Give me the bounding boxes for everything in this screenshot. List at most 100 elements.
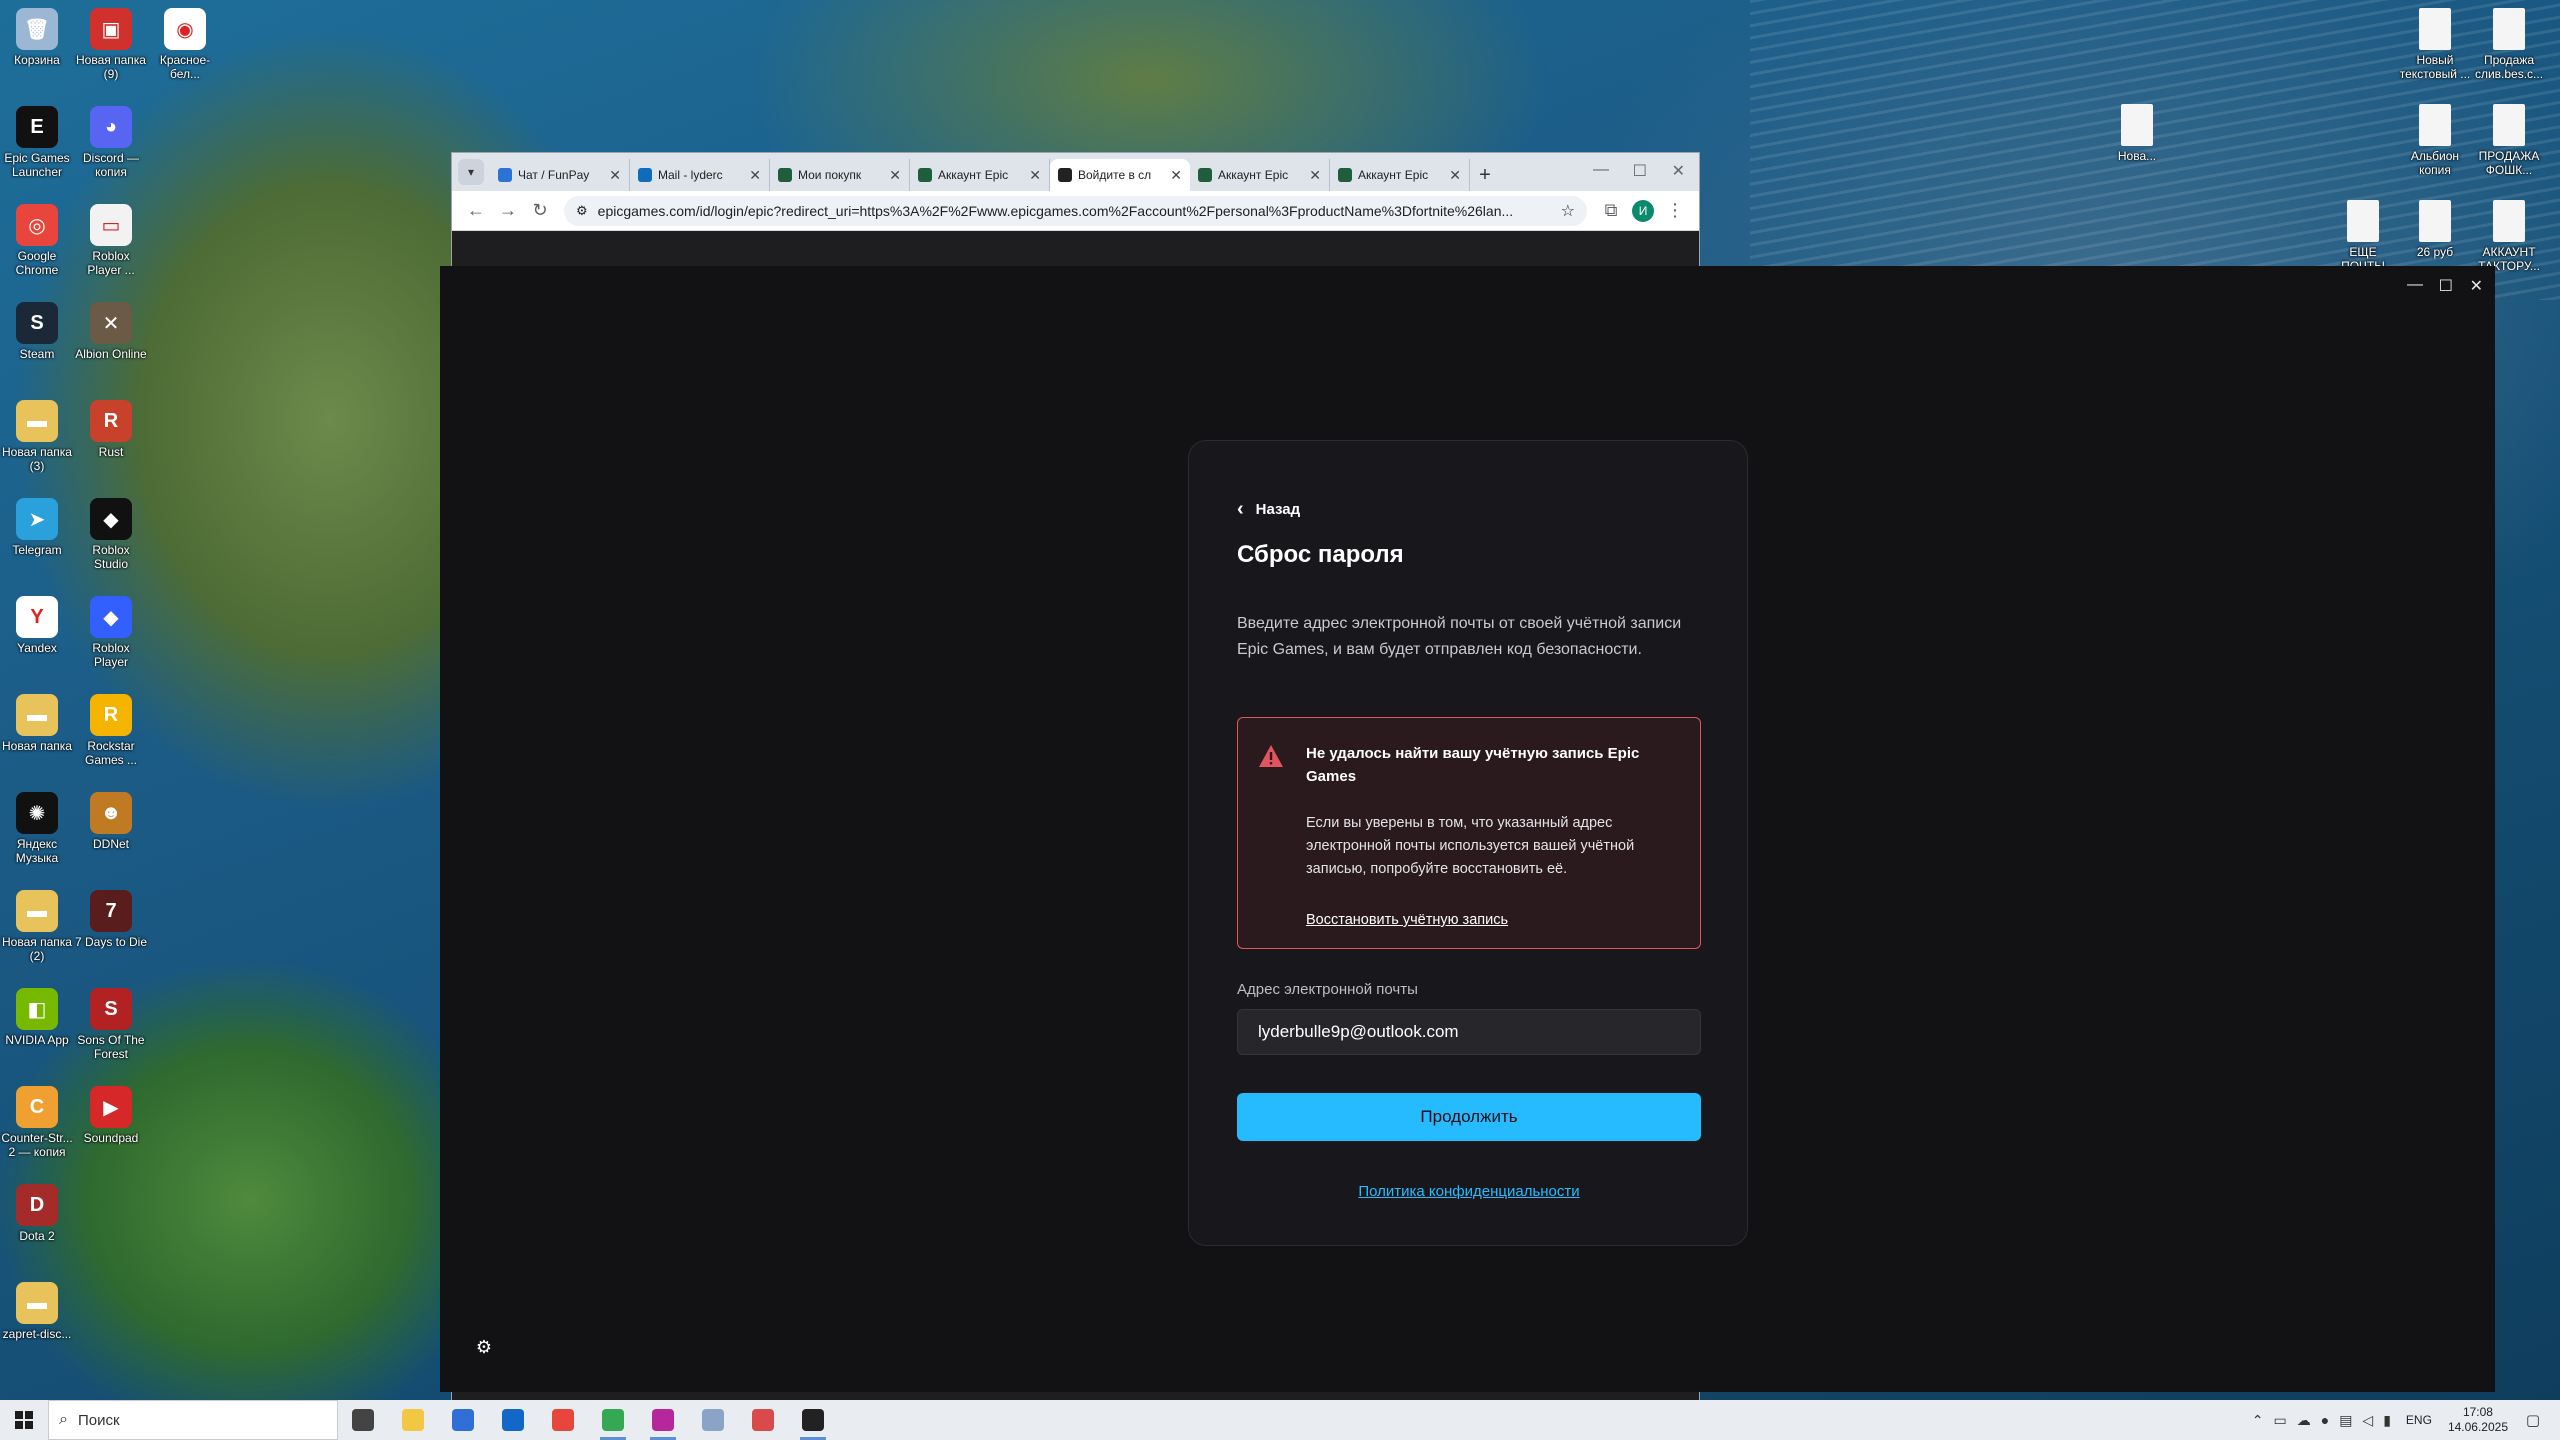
browser-tab[interactable]: Войдите в сл ✕ [1050,159,1190,191]
volume-icon[interactable]: ◁ [2362,1412,2373,1429]
browser-tab[interactable]: Аккаунт Epic ✕ [1330,159,1470,191]
email-field[interactable] [1237,1009,1701,1055]
desktop-icon[interactable]: ▶ Soundpad [74,1086,148,1145]
taskbar-app-ms-store[interactable] [438,1400,488,1440]
chevron-up-icon[interactable]: ⌃ [2252,1412,2264,1429]
language-indicator[interactable]: ENG [2406,1413,2432,1427]
desktop-file-icon[interactable]: Новый текстовый ... [2398,8,2472,81]
close-window-button[interactable]: ✕ [1672,161,1685,181]
microphone-icon[interactable]: ● [2321,1412,2329,1428]
bookmark-star-icon[interactable]: ☆ [1561,201,1575,221]
browser-tab[interactable]: Аккаунт Epic ✕ [910,159,1050,191]
browser-tab[interactable]: Mail - lyderc ✕ [630,159,770,191]
launcher-close-button[interactable]: ✕ [2470,276,2483,296]
minimize-button[interactable]: — [1593,161,1609,179]
reload-icon[interactable]: ↻ [524,195,556,227]
desktop-icon[interactable]: R Rockstar Games ... [74,694,148,767]
tab-search-button[interactable]: ▾ [458,159,484,185]
desktop-icon[interactable]: ▬ Новая папка (2) [0,890,74,963]
desktop-file-icon[interactable]: ЕЩЕ ПОЧТЫ [2326,200,2400,273]
clock[interactable]: 17:08 14.06.2025 [2448,1405,2508,1435]
taskbar-app-epic-games[interactable] [788,1400,838,1440]
desktop-icon[interactable]: S Steam [0,302,74,361]
new-tab-button[interactable]: + [1470,159,1500,191]
restore-account-link[interactable]: Восстановить учётную запись [1306,912,1508,928]
taskbar-search[interactable]: ⌕ Поиск [48,1400,338,1440]
desktop-icon[interactable]: ◕ Discord — копия [74,106,148,179]
desktop-icon[interactable]: C Counter-Str... 2 — копия [0,1086,74,1159]
continue-button[interactable]: Продолжить [1237,1093,1701,1141]
privacy-policy-link[interactable]: Политика конфиденциальности [1237,1183,1701,1200]
power-icon[interactable]: ▮ [2383,1412,2391,1429]
desktop-file-icon[interactable]: Нова... [2100,104,2174,163]
desktop-icon[interactable]: ☻ DDNet [74,792,148,851]
profile-button[interactable]: И [1627,195,1659,227]
network-icon[interactable]: ▤ [2339,1412,2352,1429]
desktop-icon[interactable]: ◉ Красное-бел... [148,8,222,81]
maximize-button[interactable]: ☐ [1633,161,1647,181]
desktop-icon[interactable]: ▬ zapret-disc... [0,1282,74,1341]
yandex-browser-icon [552,1409,574,1431]
launcher-minimize-button[interactable]: — [2407,276,2423,294]
desktop-file-icon[interactable]: АККАУНТ ТАКТОРУ... [2472,200,2546,273]
desktop-icon[interactable]: ✺ Яндекс Музыка [0,792,74,865]
close-tab-icon[interactable]: ✕ [749,167,761,184]
close-tab-icon[interactable]: ✕ [1449,167,1461,184]
tab-title: Чат / FunPay [518,168,590,182]
back-button[interactable]: ‹ Назад [1237,499,1300,519]
desktop-icon[interactable]: ▭ Roblox Player ... [74,204,148,277]
onedrive-icon[interactable]: ☁ [2297,1412,2311,1429]
taskbar-app-yandex-browser[interactable] [538,1400,588,1440]
taskbar-app-outlook[interactable] [488,1400,538,1440]
address-bar[interactable]: ⚙ epicgames.com/id/login/epic?redirect_u… [564,195,1587,226]
desktop-icon[interactable]: ◆ Roblox Studio [74,498,148,571]
desktop-file-icon[interactable]: Альбион копия [2398,104,2472,177]
taskbar-app-chrome[interactable] [588,1400,638,1440]
profile-avatar: И [1632,199,1654,222]
launcher-maximize-button[interactable]: ☐ [2439,276,2453,296]
desktop-icon[interactable]: R Rust [74,400,148,459]
desktop-icon[interactable]: 🗑 Корзина [0,8,74,67]
taskbar-app-app[interactable] [688,1400,738,1440]
close-tab-icon[interactable]: ✕ [609,167,621,184]
desktop-file-icon[interactable]: ПРОДАЖА ФОШК... [2472,104,2546,177]
app-icon: ▣ [90,8,132,50]
taskbar-app-opera-gx[interactable] [638,1400,688,1440]
desktop-icon[interactable]: ▬ Новая папка (3) [0,400,74,473]
taskbar-app-task-view[interactable] [338,1400,388,1440]
desktop-icon[interactable]: ▬ Новая папка [0,694,74,753]
extensions-icon[interactable]: ⧉ [1595,195,1627,227]
desktop-icon[interactable]: ◆ Roblox Player [74,596,148,669]
close-tab-icon[interactable]: ✕ [889,167,901,184]
desktop-icon[interactable]: ▣ Новая папка (9) [74,8,148,81]
desktop-icon[interactable]: ◧ NVIDIA App [0,988,74,1047]
desktop-icon[interactable]: ✕ Albion Online [74,302,148,361]
notifications-icon[interactable]: ▢ [2518,1405,2548,1435]
display-icon[interactable]: ▭ [2273,1412,2286,1429]
settings-gear-icon[interactable]: ⚙ [474,1337,494,1357]
desktop-icon[interactable]: 7 7 Days to Die [74,890,148,949]
back-arrow-icon[interactable]: ← [460,195,492,227]
start-button[interactable] [0,1400,48,1440]
taskbar-app-app-2[interactable] [738,1400,788,1440]
site-info-icon[interactable]: ⚙ [576,203,588,219]
forward-arrow-icon[interactable]: → [492,195,524,227]
app-icon: 7 [90,890,132,932]
desktop-icon[interactable]: ◎ Google Chrome [0,204,74,277]
desktop-file-icon[interactable]: 26 руб [2398,200,2472,259]
close-tab-icon[interactable]: ✕ [1170,167,1182,184]
desktop-icon[interactable]: ➤ Telegram [0,498,74,557]
desktop-icon[interactable]: D Dota 2 [0,1184,74,1243]
close-tab-icon[interactable]: ✕ [1029,167,1041,184]
reset-password-card: ‹ Назад Сброс пароля Введите адрес элект… [1188,440,1748,1246]
menu-kebab-icon[interactable]: ⋮ [1659,195,1691,227]
desktop-file-icon[interactable]: Продажа слив.bes.c... [2472,8,2546,81]
browser-tab[interactable]: Мои покупк ✕ [770,159,910,191]
browser-tab[interactable]: Чат / FunPay ✕ [490,159,630,191]
desktop-icon[interactable]: Y Yandex [0,596,74,655]
taskbar-app-file-explorer[interactable] [388,1400,438,1440]
close-tab-icon[interactable]: ✕ [1309,167,1321,184]
desktop-icon[interactable]: E Epic Games Launcher [0,106,74,179]
desktop-icon[interactable]: S Sons Of The Forest [74,988,148,1061]
browser-tab[interactable]: Аккаунт Epic ✕ [1190,159,1330,191]
